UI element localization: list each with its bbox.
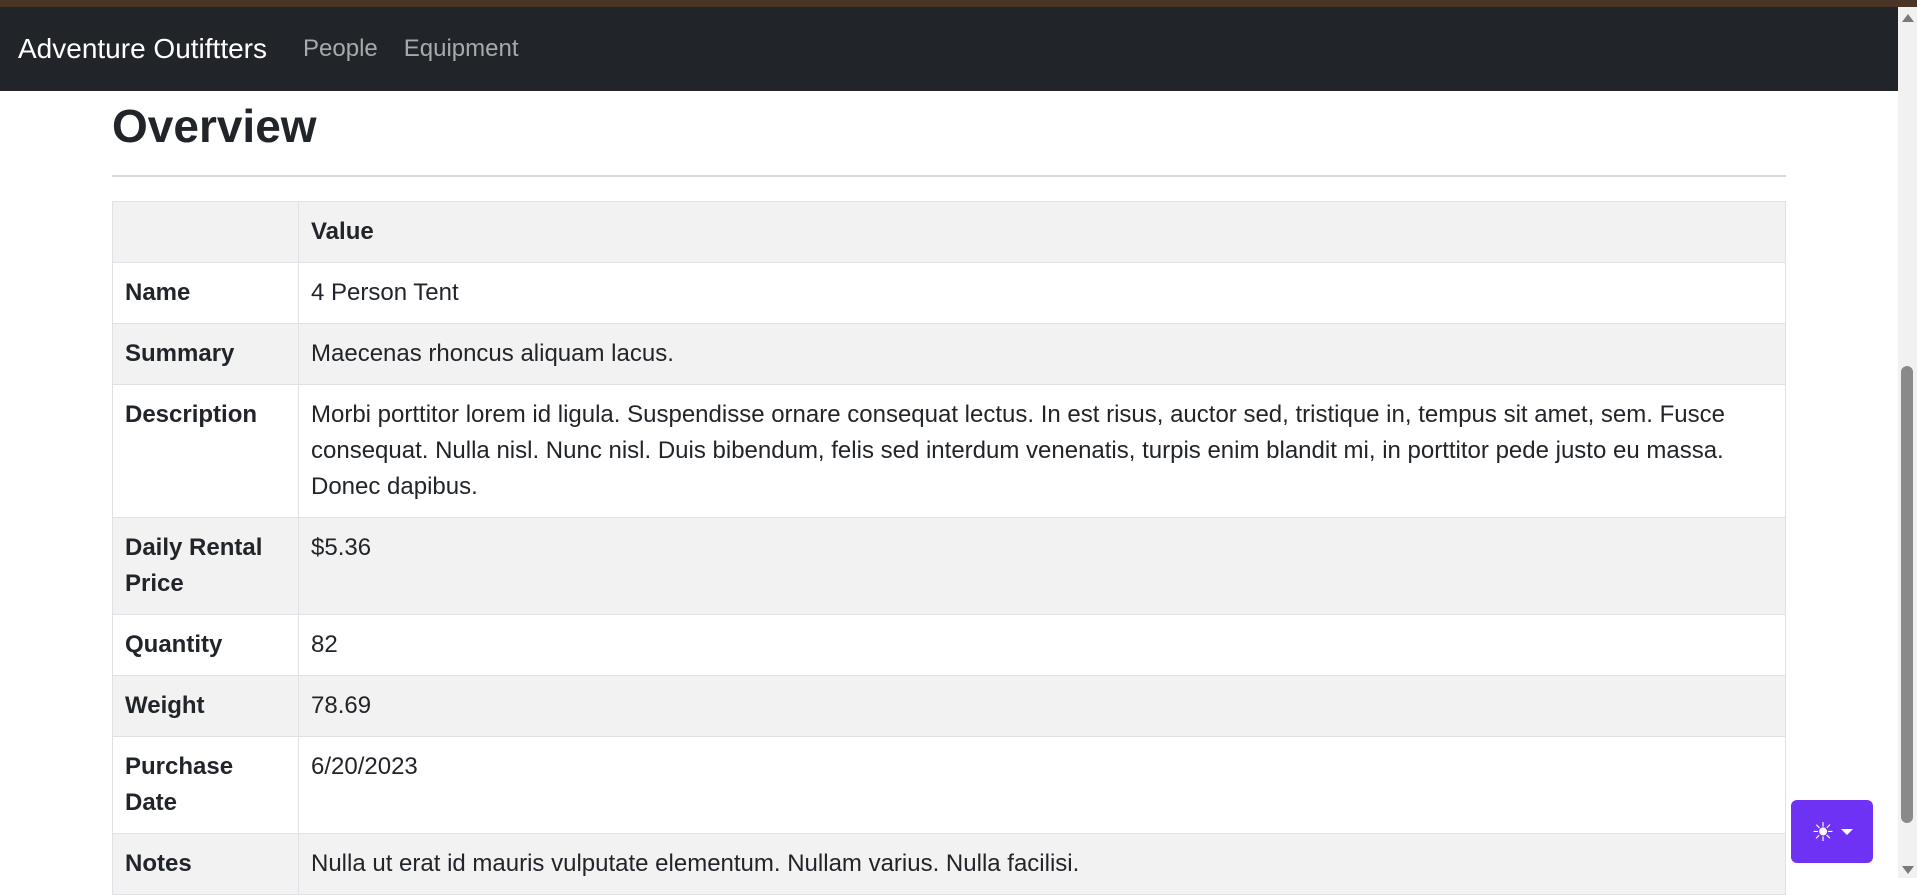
- row-value: 6/20/2023: [298, 736, 1786, 834]
- row-value: Maecenas rhoncus aliquam lacus.: [298, 323, 1786, 385]
- scroll-up-icon[interactable]: [1902, 14, 1914, 22]
- row-label: Purchase Date: [112, 736, 299, 834]
- header-key-cell: [112, 201, 299, 263]
- table-row: Purchase Date 6/20/2023: [112, 736, 1786, 834]
- table-row: Notes Nulla ut erat id mauris vulputate …: [112, 833, 1786, 895]
- theme-toggle-button[interactable]: ☀: [1791, 800, 1873, 863]
- row-label: Summary: [112, 323, 299, 385]
- title-divider: [112, 175, 1786, 177]
- scroll-down-icon[interactable]: [1902, 866, 1914, 874]
- caret-down-icon: [1840, 828, 1853, 835]
- nav-link-people[interactable]: People: [303, 35, 378, 63]
- page-scrollbar[interactable]: [1898, 7, 1917, 878]
- row-value: 78.69: [298, 675, 1786, 737]
- row-label: Description: [112, 384, 299, 518]
- nav-link-equipment[interactable]: Equipment: [404, 35, 519, 63]
- row-label: Daily Rental Price: [112, 517, 299, 615]
- row-value: $5.36: [298, 517, 1786, 615]
- table-row: Daily Rental Price $5.36: [112, 517, 1786, 615]
- table-row: Name 4 Person Tent: [112, 262, 1786, 324]
- row-value: 82: [298, 614, 1786, 676]
- row-label: Weight: [112, 675, 299, 737]
- browser-top-strip: [0, 0, 1917, 7]
- main-content: Overview Value Name 4 Person Tent Summar…: [112, 91, 1786, 895]
- table-row: Summary Maecenas rhoncus aliquam lacus.: [112, 323, 1786, 385]
- row-value: 4 Person Tent: [298, 262, 1786, 324]
- row-label: Quantity: [112, 614, 299, 676]
- scrollbar-thumb[interactable]: [1901, 366, 1913, 823]
- brand-link[interactable]: Adventure Outiftters: [18, 33, 267, 65]
- row-value: Nulla ut erat id mauris vulputate elemen…: [298, 833, 1786, 895]
- page-title: Overview: [112, 100, 317, 152]
- header-value-cell: Value: [298, 201, 1786, 263]
- table-row: Quantity 82: [112, 614, 1786, 676]
- table-header-row: Value: [112, 201, 1786, 263]
- row-label: Name: [112, 262, 299, 324]
- row-label: Notes: [112, 833, 299, 895]
- row-value: Morbi porttitor lorem id ligula. Suspend…: [298, 384, 1786, 518]
- table-row: Weight 78.69: [112, 675, 1786, 737]
- table-row: Description Morbi porttitor lorem id lig…: [112, 384, 1786, 518]
- top-navbar: Adventure Outiftters People Equipment: [0, 7, 1898, 91]
- sun-icon: ☀: [1811, 816, 1835, 847]
- overview-table: Value Name 4 Person Tent Summary Maecena…: [112, 201, 1786, 895]
